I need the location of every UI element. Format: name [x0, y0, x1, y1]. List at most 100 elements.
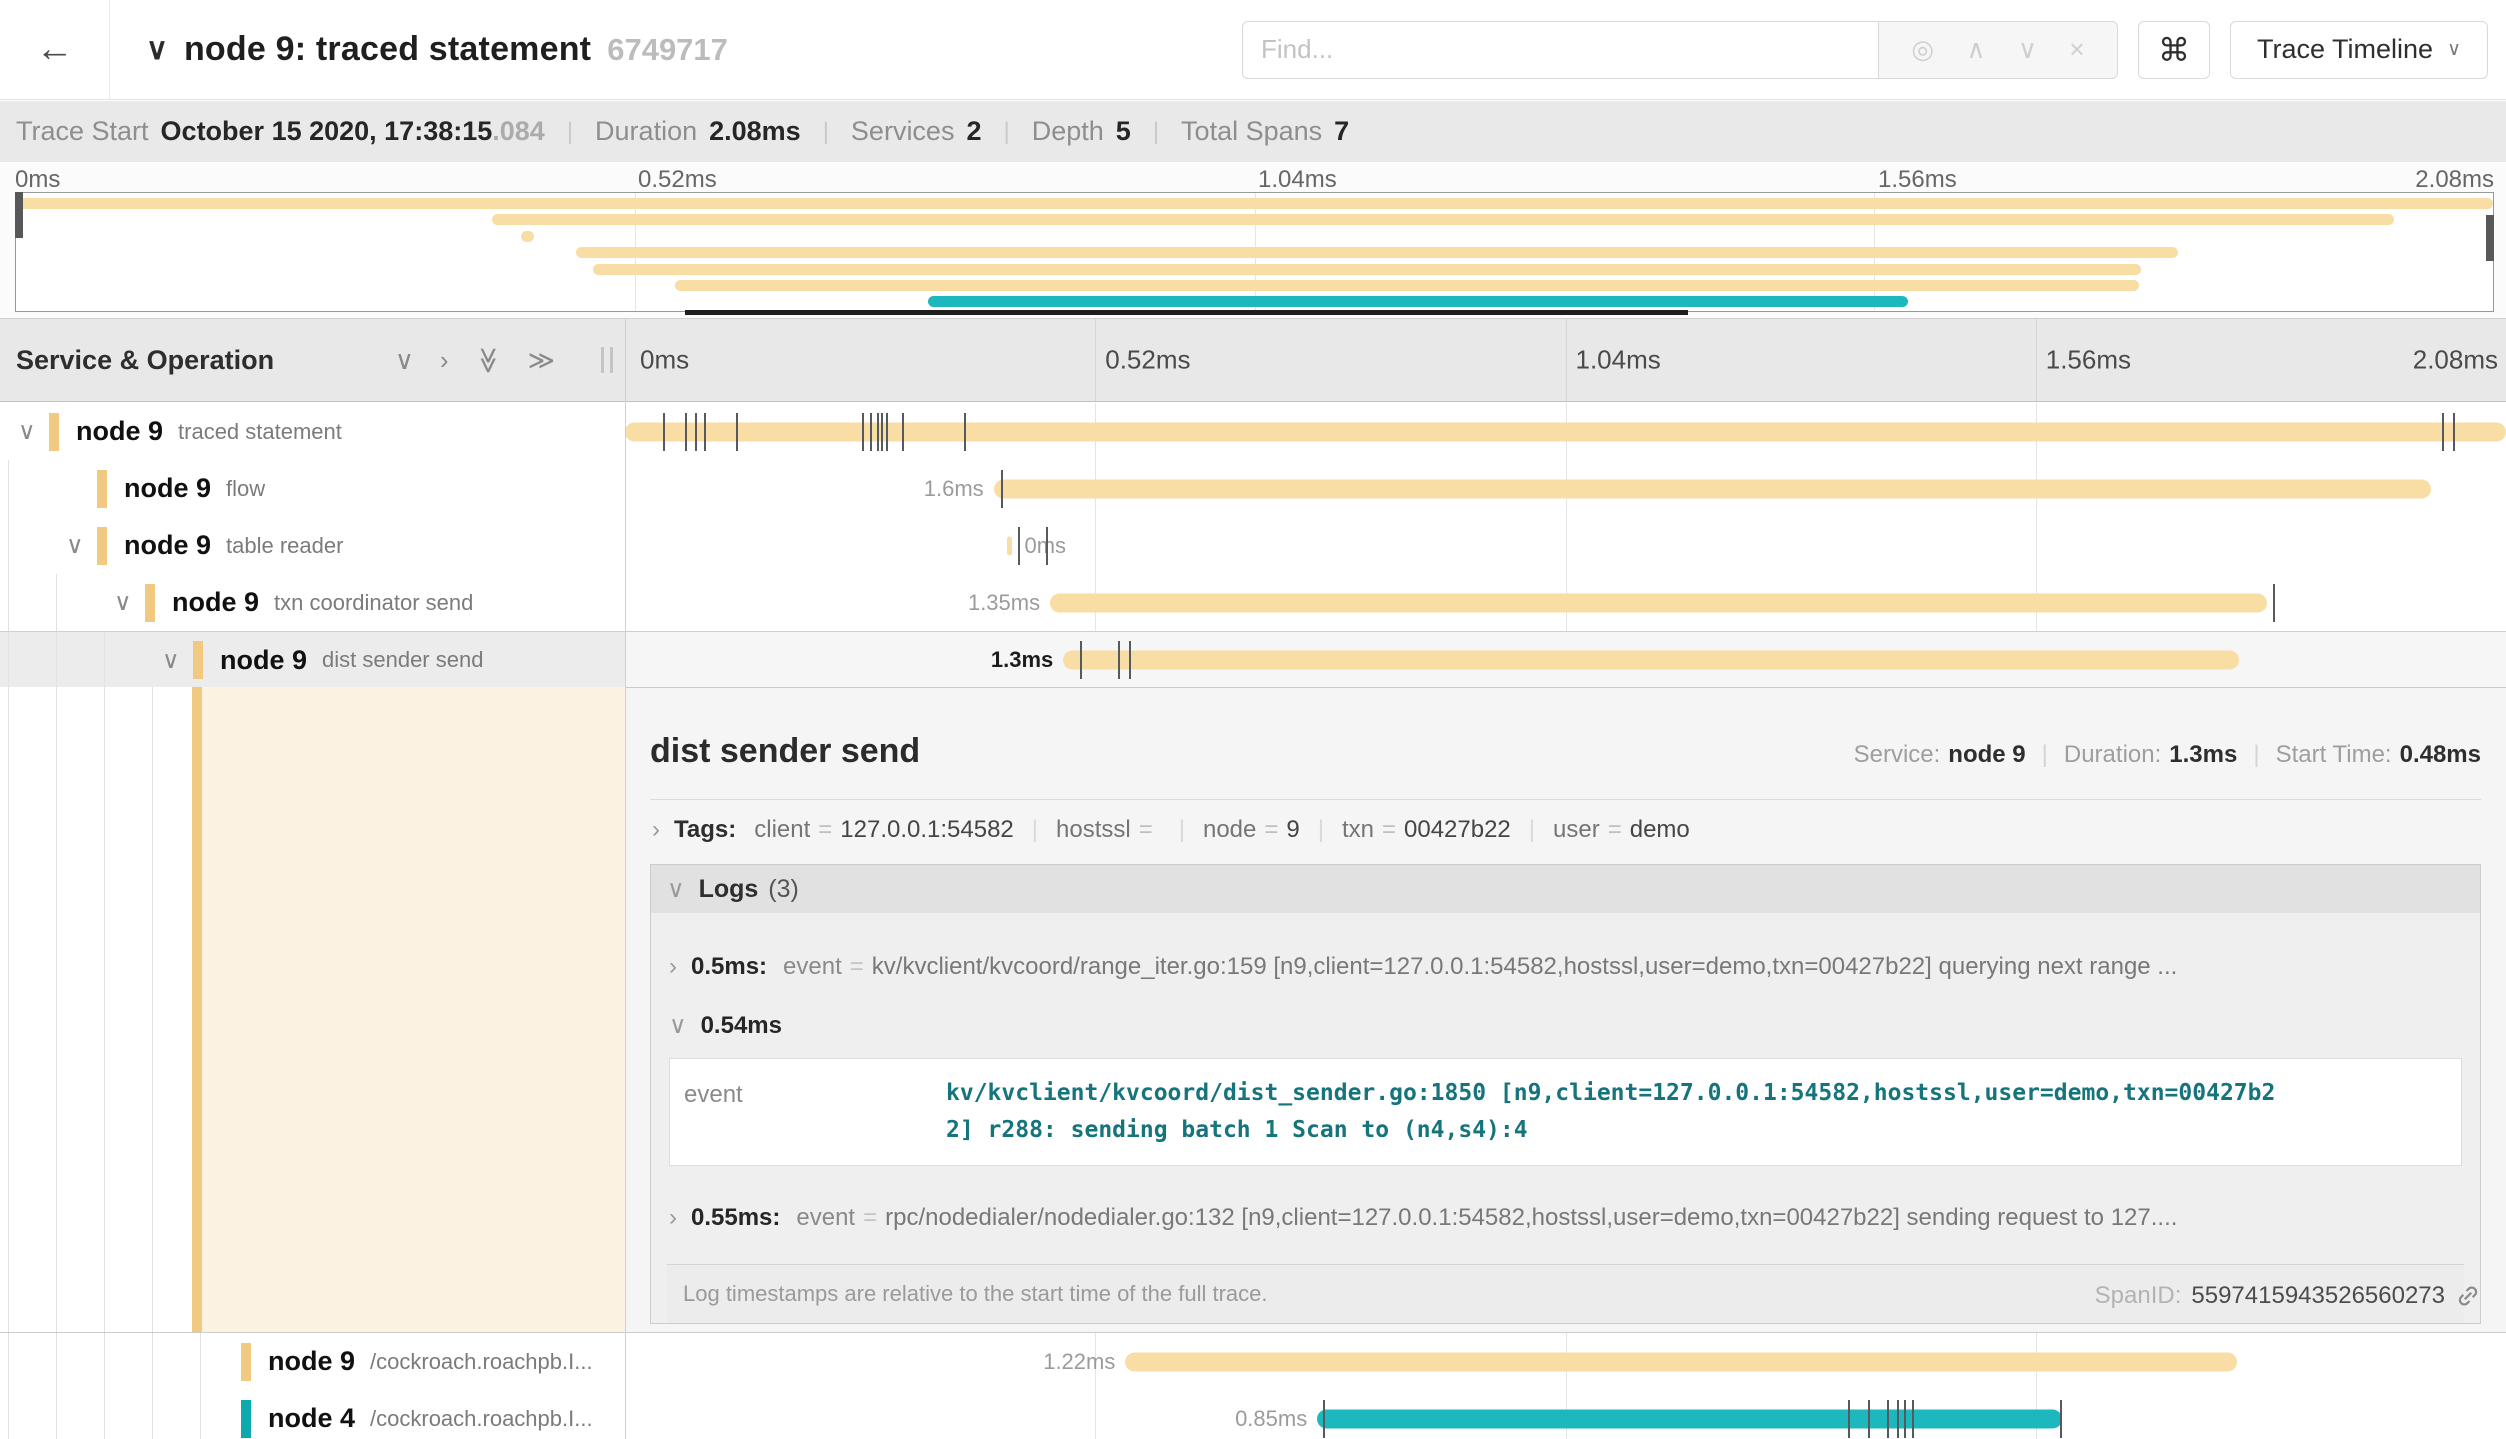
span-row[interactable]: ∨node 9table reader0ms — [0, 517, 2506, 574]
span-row[interactable]: ∨node 9txn coordinator send1.35ms — [0, 574, 2506, 631]
span-bar-cell[interactable]: 1.22ms — [625, 1333, 2506, 1390]
log-entry-collapsed[interactable]: › 0.5ms: event = kv/kvclient/kvcoord/ran… — [667, 925, 2464, 991]
next-match-icon[interactable]: ∨ — [2018, 34, 2037, 65]
minimap-row — [16, 278, 2493, 294]
span-id-label: SpanID: — [2095, 1282, 2182, 1310]
tag-value: 00427b22 — [1404, 816, 1511, 843]
expand-one-icon[interactable]: › — [440, 345, 449, 376]
span-bar[interactable] — [994, 479, 2431, 498]
service-name: node 9 — [268, 1346, 355, 1377]
column-divider[interactable] — [625, 318, 626, 1439]
minimap-left-drag-handle[interactable] — [15, 192, 23, 238]
column-resizer[interactable] — [601, 347, 613, 373]
minimap-tick-3: 1.56ms — [1878, 166, 1957, 194]
collapse-trace-icon[interactable]: ∨ — [146, 32, 168, 67]
collapse-one-icon[interactable]: ∨ — [395, 345, 414, 376]
minimap-row — [16, 212, 2493, 228]
tag-separator: | — [1032, 816, 1038, 843]
span-log-tick — [1897, 1400, 1899, 1438]
tag-equals: = — [1608, 816, 1622, 843]
detail-span-title: dist sender send — [650, 732, 920, 771]
collapse-all-icon[interactable]: ≫ — [473, 346, 504, 373]
span-log-tick — [881, 413, 883, 451]
trace-start-label: Trace Start — [16, 116, 149, 147]
span-tree-cell[interactable]: ∨node 9table reader — [0, 517, 625, 574]
span-tree-cell[interactable]: ∨node 9traced statement — [0, 403, 625, 460]
selected-span-color-fill — [202, 687, 625, 1332]
prev-match-icon[interactable]: ∧ — [1967, 34, 1986, 65]
detail-span-meta: Service: node 9 | Duration: 1.3ms | Star… — [1854, 741, 2481, 769]
span-bar-cell[interactable]: 1.3ms — [625, 632, 2506, 688]
tree-guide-line — [8, 574, 9, 631]
tags-accordion[interactable]: › Tags: client=127.0.0.1:54582|hostssl=|… — [650, 800, 2481, 858]
tag-separator: | — [1318, 816, 1324, 843]
services-label: Services — [851, 116, 955, 147]
log-entry-collapsed[interactable]: › 0.55ms: event = rpc/nodedialer/nodedia… — [667, 1176, 2464, 1242]
minimap-span-bar — [675, 280, 2139, 291]
copy-link-icon[interactable] — [2455, 1283, 2481, 1309]
span-bar-cell[interactable]: 0ms — [625, 517, 2506, 574]
logs-body: › 0.5ms: event = kv/kvclient/kvcoord/ran… — [651, 913, 2480, 1323]
span-bar[interactable] — [1050, 593, 2267, 612]
tree-guide-line — [200, 1390, 201, 1439]
service-color-chip — [97, 470, 107, 508]
tree-guide-line — [56, 632, 57, 688]
logs-header[interactable]: ∨ Logs (3) — [651, 865, 2480, 913]
axis-tick-3: 1.56ms — [2046, 345, 2131, 376]
minimap-canvas[interactable] — [15, 192, 2494, 312]
span-row[interactable]: ∨node 9traced statement — [0, 403, 2506, 460]
span-bar[interactable] — [1007, 536, 1013, 555]
service-operation-title: Service & Operation — [16, 345, 274, 376]
span-bar-cell[interactable]: 1.35ms — [625, 574, 2506, 631]
span-row[interactable]: ∨node 9/cockroach.roachpb.I...1.22ms — [0, 1333, 2506, 1390]
minimap-viewport-indicator[interactable] — [685, 310, 1688, 315]
span-row[interactable]: ∨node 4/cockroach.roachpb.I...0.85ms — [0, 1390, 2506, 1439]
span-tree-cell[interactable]: ∨node 9txn coordinator send — [0, 574, 625, 631]
grid-line — [1095, 319, 1096, 401]
span-expander-icon[interactable]: ∨ — [162, 646, 193, 675]
span-bar-cell[interactable] — [625, 403, 2506, 460]
view-selector-button[interactable]: Trace Timeline ∨ — [2230, 21, 2488, 79]
back-button[interactable]: ← — [0, 0, 110, 99]
span-expander-icon[interactable]: ∨ — [18, 417, 49, 446]
timeline-axis-header: 0ms 0.52ms 1.04ms 1.56ms 2.08ms — [625, 319, 2506, 401]
top-bar: ← ∨ node 9: traced statement 6749717 ◎ ∧… — [0, 0, 2506, 100]
span-bar[interactable] — [1125, 1352, 2237, 1371]
span-tree-cell[interactable]: ∨node 9flow — [0, 460, 625, 517]
expand-all-icon[interactable]: ≫ — [528, 345, 555, 376]
span-expander-icon[interactable]: ∨ — [114, 588, 145, 617]
tag-key: hostssl — [1056, 816, 1131, 843]
span-tree-cell[interactable]: ∨node 9/cockroach.roachpb.I... — [0, 1333, 625, 1390]
scope-match-icon[interactable]: ◎ — [1911, 34, 1934, 65]
log-entry-expanded-header[interactable]: ∨ 0.54ms — [667, 991, 2464, 1054]
operation-name: /cockroach.roachpb.I... — [370, 1349, 593, 1375]
operation-name: traced statement — [178, 419, 342, 445]
span-bar[interactable] — [1317, 1409, 2062, 1428]
keyboard-shortcuts-button[interactable]: ⌘ — [2138, 21, 2210, 79]
tree-guide-line — [56, 574, 57, 631]
span-log-tick — [2442, 413, 2444, 451]
span-bar[interactable] — [1063, 651, 2239, 670]
chevron-right-icon: › — [669, 953, 677, 981]
span-bar-cell[interactable]: 0.85ms — [625, 1390, 2506, 1439]
find-input[interactable] — [1242, 21, 1878, 79]
span-tree-cell[interactable]: ∨node 9dist sender send — [0, 632, 625, 688]
span-row[interactable]: ∨node 9flow1.6ms — [0, 460, 2506, 517]
clear-search-icon[interactable]: × — [2069, 34, 2084, 65]
tree-guide-line — [200, 1333, 201, 1390]
chevron-right-icon: › — [669, 1204, 677, 1232]
minimap-span-bar — [16, 198, 2493, 209]
span-expander-icon[interactable]: ∨ — [66, 531, 97, 560]
log-key: event — [796, 1204, 855, 1232]
span-log-tick — [1129, 641, 1131, 679]
duration-value: 2.08ms — [709, 116, 801, 147]
span-log-tick — [1868, 1400, 1870, 1438]
span-tree-cell[interactable]: ∨node 4/cockroach.roachpb.I... — [0, 1390, 625, 1439]
span-bar-cell[interactable]: 1.6ms — [625, 460, 2506, 517]
span-log-tick — [1080, 641, 1082, 679]
tag-key: user — [1553, 816, 1600, 843]
span-bar[interactable] — [625, 422, 2506, 441]
minimap-right-drag-handle[interactable] — [2486, 215, 2494, 261]
span-row[interactable]: ∨node 9dist sender send1.3ms — [0, 631, 2506, 688]
service-operation-header: Service & Operation ∨ › ≫ ≫ — [0, 319, 625, 401]
